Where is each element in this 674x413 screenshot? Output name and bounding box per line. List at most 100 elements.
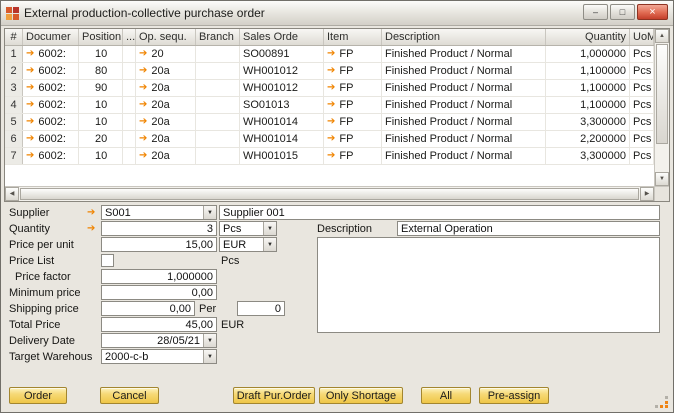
- chevron-down-icon[interactable]: ▼: [203, 334, 216, 347]
- all-button[interactable]: All: [421, 387, 471, 404]
- link-arrow-icon[interactable]: ➔: [327, 66, 335, 76]
- col-header-rownum[interactable]: #: [5, 29, 23, 45]
- pre-assign-button[interactable]: Pre-assign: [479, 387, 549, 404]
- table-row[interactable]: 2 ➔6002: 80 ➔20a WH001012 ➔FP Finished P…: [5, 63, 654, 80]
- link-arrow-icon[interactable]: ➔: [139, 134, 147, 144]
- chevron-down-icon[interactable]: ▼: [203, 206, 216, 219]
- link-arrow-icon[interactable]: ➔: [139, 117, 147, 127]
- link-arrow-icon[interactable]: ➔: [327, 151, 335, 161]
- resize-grip-icon[interactable]: [655, 395, 669, 409]
- op-sequence-cell: ➔20a: [136, 80, 196, 96]
- only-shortage-button[interactable]: Only Shortage: [319, 387, 403, 404]
- link-arrow-icon[interactable]: ➔: [26, 151, 34, 161]
- col-header-item[interactable]: Item: [324, 29, 382, 45]
- link-arrow-icon[interactable]: ➔: [87, 221, 95, 236]
- sales-order-cell: WH001014: [240, 131, 324, 147]
- vertical-scrollbar[interactable]: ▲ ▼: [654, 29, 669, 186]
- item-cell: ➔FP: [324, 63, 382, 79]
- link-arrow-icon[interactable]: ➔: [26, 83, 34, 93]
- operation-description-field[interactable]: External Operation: [397, 221, 660, 236]
- position-cell: 10: [79, 148, 123, 164]
- row-number[interactable]: 2: [5, 63, 23, 79]
- price-list-checkbox[interactable]: [101, 254, 114, 267]
- link-arrow-icon[interactable]: ➔: [139, 66, 147, 76]
- col-header-position[interactable]: Position: [79, 29, 123, 45]
- row-number[interactable]: 7: [5, 148, 23, 164]
- maximize-button[interactable]: □: [610, 4, 635, 20]
- link-arrow-icon[interactable]: ➔: [139, 100, 147, 110]
- chevron-down-icon[interactable]: ▼: [203, 350, 216, 363]
- close-button[interactable]: ×: [637, 4, 668, 20]
- col-header-branch[interactable]: Branch: [196, 29, 240, 45]
- table-row[interactable]: 1 ➔6002: 10 ➔20 SO00891 ➔FP Finished Pro…: [5, 46, 654, 63]
- notes-textarea[interactable]: [317, 237, 660, 333]
- target-warehouse-combo[interactable]: 2000-c-b ▼: [101, 349, 217, 364]
- quantity-field[interactable]: 3: [101, 221, 217, 236]
- link-arrow-icon[interactable]: ➔: [139, 49, 147, 59]
- table-row[interactable]: 4 ➔6002: 10 ➔20a SO01013 ➔FP Finished Pr…: [5, 97, 654, 114]
- minimize-button[interactable]: –: [583, 4, 608, 20]
- currency-combo[interactable]: EUR ▼: [219, 237, 277, 252]
- shipping-price-field[interactable]: 0,00: [101, 301, 195, 316]
- shipping-per-field[interactable]: 0: [237, 301, 285, 316]
- link-arrow-icon[interactable]: ➔: [327, 49, 335, 59]
- chevron-down-icon[interactable]: ▼: [263, 222, 276, 235]
- supplier-name-field[interactable]: Supplier 001: [219, 205, 660, 220]
- link-arrow-icon[interactable]: ➔: [26, 100, 34, 110]
- col-header-dots[interactable]: ...: [123, 29, 136, 45]
- row-number[interactable]: 1: [5, 46, 23, 62]
- col-header-document[interactable]: Documer: [23, 29, 79, 45]
- scroll-up-button[interactable]: ▲: [655, 29, 669, 43]
- link-arrow-icon[interactable]: ➔: [87, 205, 95, 220]
- table-row[interactable]: 3 ➔6002: 90 ➔20a WH001012 ➔FP Finished P…: [5, 80, 654, 97]
- description-label: Description: [317, 221, 372, 236]
- total-price-field[interactable]: 45,00: [101, 317, 217, 332]
- description-cell: Finished Product / Normal: [382, 148, 546, 164]
- scroll-right-button[interactable]: ▶: [640, 187, 654, 201]
- supplier-combo[interactable]: S001 ▼: [101, 205, 217, 220]
- position-cell: 10: [79, 46, 123, 62]
- link-arrow-icon[interactable]: ➔: [26, 134, 34, 144]
- minimum-price-field[interactable]: 0,00: [101, 285, 217, 300]
- link-arrow-icon[interactable]: ➔: [26, 117, 34, 127]
- item-cell: ➔FP: [324, 46, 382, 62]
- scroll-down-button[interactable]: ▼: [655, 172, 669, 186]
- price-factor-field[interactable]: 1,000000: [101, 269, 217, 284]
- link-arrow-icon[interactable]: ➔: [26, 66, 34, 76]
- link-arrow-icon[interactable]: ➔: [327, 134, 335, 144]
- order-button[interactable]: Order: [9, 387, 67, 404]
- cancel-button[interactable]: Cancel: [100, 387, 159, 404]
- table-row[interactable]: 5 ➔6002: 10 ➔20a WH001014 ➔FP Finished P…: [5, 114, 654, 131]
- link-arrow-icon[interactable]: ➔: [327, 117, 335, 127]
- table-row[interactable]: 7 ➔6002: 10 ➔20a WH001015 ➔FP Finished P…: [5, 148, 654, 165]
- table-row[interactable]: 6 ➔6002: 20 ➔20a WH001014 ➔FP Finished P…: [5, 131, 654, 148]
- col-header-description[interactable]: Description: [382, 29, 546, 45]
- col-header-sales-order[interactable]: Sales Orde: [240, 29, 324, 45]
- row-number[interactable]: 4: [5, 97, 23, 113]
- col-header-op-sequence[interactable]: Op. sequ.: [136, 29, 196, 45]
- price-per-unit-field[interactable]: 15,00: [101, 237, 217, 252]
- horizontal-scrollbar[interactable]: ◀ ▶: [5, 186, 654, 201]
- delivery-date-combo[interactable]: 28/05/21 ▼: [101, 333, 217, 348]
- draft-purchase-order-button[interactable]: Draft Pur.Order: [233, 387, 315, 404]
- link-arrow-icon[interactable]: ➔: [327, 83, 335, 93]
- price-factor-label: Price factor: [15, 269, 71, 284]
- title-bar[interactable]: External production-collective purchase …: [1, 1, 673, 26]
- link-arrow-icon[interactable]: ➔: [327, 100, 335, 110]
- link-arrow-icon[interactable]: ➔: [26, 49, 34, 59]
- row-number[interactable]: 3: [5, 80, 23, 96]
- row-number[interactable]: 6: [5, 131, 23, 147]
- chevron-down-icon[interactable]: ▼: [263, 238, 276, 251]
- scroll-left-button[interactable]: ◀: [5, 187, 19, 201]
- col-header-uom[interactable]: UoM: [630, 29, 654, 45]
- col-header-quantity[interactable]: Quantity: [546, 29, 630, 45]
- item-cell: ➔FP: [324, 97, 382, 113]
- quantity-uom-combo[interactable]: Pcs ▼: [219, 221, 277, 236]
- horizontal-scroll-thumb[interactable]: [20, 188, 639, 200]
- link-arrow-icon[interactable]: ➔: [139, 151, 147, 161]
- row-number[interactable]: 5: [5, 114, 23, 130]
- position-cell: 80: [79, 63, 123, 79]
- vertical-scroll-thumb[interactable]: [656, 44, 668, 144]
- link-arrow-icon[interactable]: ➔: [139, 83, 147, 93]
- uom-cell: Pcs: [630, 80, 654, 96]
